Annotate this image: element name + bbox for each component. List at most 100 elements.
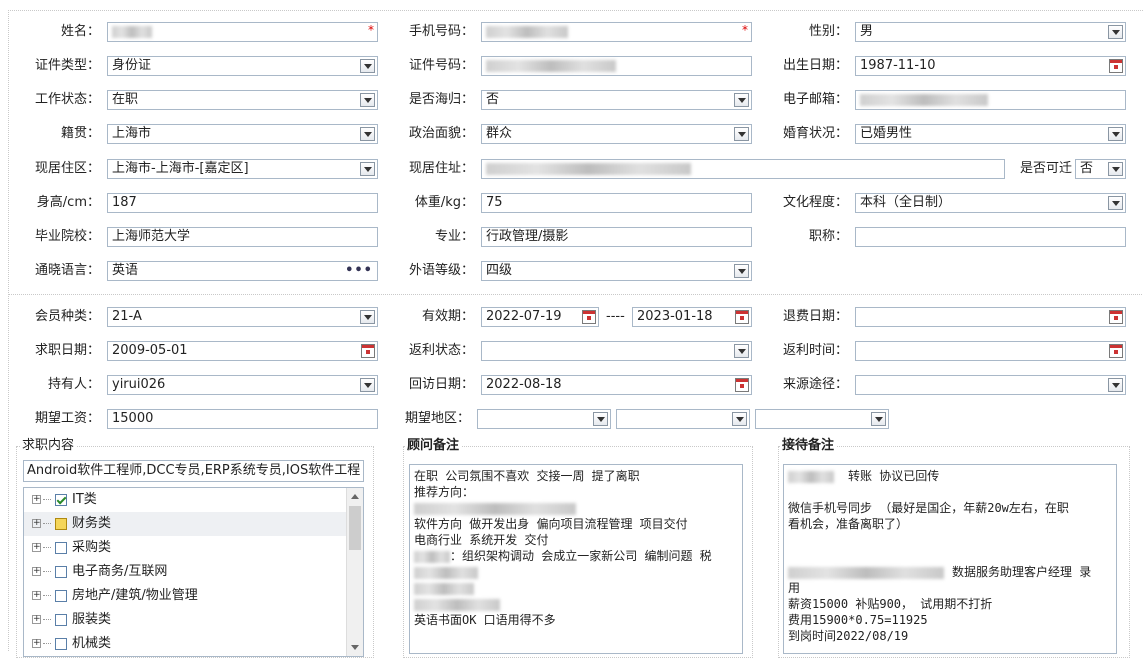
chevron-down-icon[interactable] [1108, 127, 1123, 141]
chevron-down-icon[interactable] [593, 412, 608, 426]
gender-select[interactable]: 男 [855, 22, 1126, 42]
chevron-down-icon[interactable] [360, 93, 375, 107]
email-field[interactable] [855, 90, 1126, 110]
tree-node[interactable]: + 电子商务/互联网 [24, 560, 363, 584]
workstatus-select[interactable]: 在职 [107, 90, 378, 110]
origin-select[interactable]: 上海市 [107, 124, 378, 144]
marital-select[interactable]: 已婚男性 [855, 124, 1126, 144]
checkbox-icon[interactable] [55, 541, 67, 554]
langlevel-select[interactable]: 四级 [481, 261, 752, 281]
school-field[interactable]: 上海师范大学 [107, 227, 378, 247]
address-field[interactable] [481, 159, 1005, 179]
language-field[interactable]: 英语 ••• [107, 261, 378, 281]
jobcontent-title: 求职内容 [20, 438, 77, 454]
address-label: 现居住址： [408, 161, 474, 176]
chevron-down-icon[interactable] [1108, 378, 1123, 392]
scroll-up-icon[interactable] [351, 494, 359, 499]
calendar-icon[interactable] [582, 310, 596, 324]
member-type-select[interactable]: 21-A [107, 307, 378, 327]
political-select[interactable]: 群众 [481, 124, 752, 144]
advisor-notes-textarea[interactable]: 在职 公司氛围不喜欢 交接一周 提了离职 推荐方向： 软件方向 做开发出身 偏向… [409, 464, 743, 654]
weight-field[interactable]: 75 [481, 193, 752, 213]
checkbox-checked-icon[interactable] [55, 493, 67, 506]
refund-date-field[interactable] [855, 307, 1126, 327]
tree-node[interactable]: + 机械类 [24, 632, 363, 656]
reception-notes-textarea[interactable]: 转账 协议已回传 微信手机号同步 （最好是国企，年薪20w左右，在职 看机会，准… [783, 464, 1117, 654]
jobcategory-tree[interactable]: + IT类 + 财务类 + 采购类 + 电子商务/互联网 + 房地产/建筑/物业管理 + 服… [23, 487, 364, 657]
calendar-icon[interactable] [735, 310, 749, 324]
chevron-down-icon[interactable] [360, 310, 375, 324]
region-province-select[interactable] [477, 409, 611, 429]
calendar-icon[interactable] [735, 378, 749, 392]
residence-value: 上海市-上海市-[嘉定区] [112, 161, 249, 176]
expand-icon[interactable]: + [32, 567, 41, 576]
expand-icon[interactable]: + [32, 543, 41, 552]
jobdate-field[interactable]: 2009-05-01 [107, 341, 378, 361]
expand-icon[interactable]: + [32, 615, 41, 624]
checkbox-icon[interactable] [55, 613, 67, 626]
tree-node[interactable]: + 房地产/建筑/物业管理 [24, 584, 363, 608]
returnee-select[interactable]: 否 [481, 90, 752, 110]
chevron-down-icon[interactable] [871, 412, 886, 426]
expand-icon[interactable]: + [32, 591, 41, 600]
title-field[interactable] [855, 227, 1126, 247]
rebatetime-field[interactable] [855, 341, 1126, 361]
redacted-text [486, 59, 616, 72]
checkbox-icon[interactable] [55, 589, 67, 602]
calendar-icon[interactable] [1109, 59, 1123, 73]
birth-date-field[interactable]: 1987-11-10 [855, 56, 1126, 76]
education-select[interactable]: 本科（全日制） [855, 193, 1126, 213]
visit-date-field[interactable]: 2022-08-18 [481, 375, 752, 395]
valid-to-field[interactable]: 2023-01-18 [632, 307, 752, 327]
chevron-down-icon[interactable] [734, 93, 749, 107]
mobile-field[interactable]: * [481, 22, 752, 42]
calendar-icon[interactable] [1109, 344, 1123, 358]
gender-label: 性别： [808, 24, 848, 39]
rebate-select[interactable] [481, 341, 752, 361]
tree-connector [43, 643, 51, 644]
checkbox-partial-icon[interactable] [55, 517, 67, 530]
idno-field[interactable] [481, 56, 752, 76]
region-district-select[interactable] [755, 409, 889, 429]
note-line: 在职 公司氛围不喜欢 交接一周 提了离职 [414, 469, 640, 483]
salary-field[interactable]: 15000 [107, 409, 378, 429]
jobcontent-summary-field[interactable]: Android软件工程师,DCC专员,ERP系统专员,IOS软件工程 [23, 460, 364, 482]
tree-node[interactable]: + 服装类 [24, 608, 363, 632]
name-field[interactable]: * [107, 22, 378, 42]
checkbox-icon[interactable] [55, 565, 67, 578]
height-field[interactable]: 187 [107, 193, 378, 213]
chevron-down-icon[interactable] [360, 59, 375, 73]
expand-icon[interactable]: + [32, 519, 41, 528]
chevron-down-icon[interactable] [1108, 196, 1123, 210]
tree-node[interactable]: + IT类 [24, 488, 363, 512]
source-select[interactable] [855, 375, 1126, 395]
major-field[interactable]: 行政管理/摄影 [481, 227, 752, 247]
expand-icon[interactable]: + [32, 495, 41, 504]
idtype-select[interactable]: 身份证 [107, 56, 378, 76]
chevron-down-icon[interactable] [734, 127, 749, 141]
valid-from-field[interactable]: 2022-07-19 [481, 307, 599, 327]
tree-node[interactable]: + 采购类 [24, 536, 363, 560]
residence-select[interactable]: 上海市-上海市-[嘉定区] [107, 159, 378, 179]
chevron-down-icon[interactable] [360, 378, 375, 392]
chevron-down-icon[interactable] [360, 162, 375, 176]
calendar-icon[interactable] [361, 344, 375, 358]
expand-icon[interactable]: + [32, 639, 41, 648]
tree-scrollbar[interactable] [346, 488, 363, 656]
returnee-label: 是否海归： [408, 92, 474, 107]
calendar-icon[interactable] [1109, 310, 1123, 324]
tree-node[interactable]: + 财务类 [24, 512, 363, 536]
note-line: 电商行业 系统开发 交付 [414, 533, 549, 547]
chevron-down-icon[interactable] [732, 412, 747, 426]
region-city-select[interactable] [616, 409, 750, 429]
holder-select[interactable]: yirui026 [107, 375, 378, 395]
relocate-select[interactable]: 否 [1075, 159, 1126, 179]
relocate-value: 否 [1080, 161, 1094, 176]
chevron-down-icon[interactable] [1108, 25, 1123, 39]
scroll-thumb[interactable] [349, 506, 361, 550]
chevron-down-icon[interactable] [734, 264, 749, 278]
chevron-down-icon[interactable] [734, 344, 749, 358]
chevron-down-icon[interactable] [360, 127, 375, 141]
more-icon[interactable]: ••• [345, 262, 373, 280]
chevron-down-icon[interactable] [1108, 162, 1123, 176]
